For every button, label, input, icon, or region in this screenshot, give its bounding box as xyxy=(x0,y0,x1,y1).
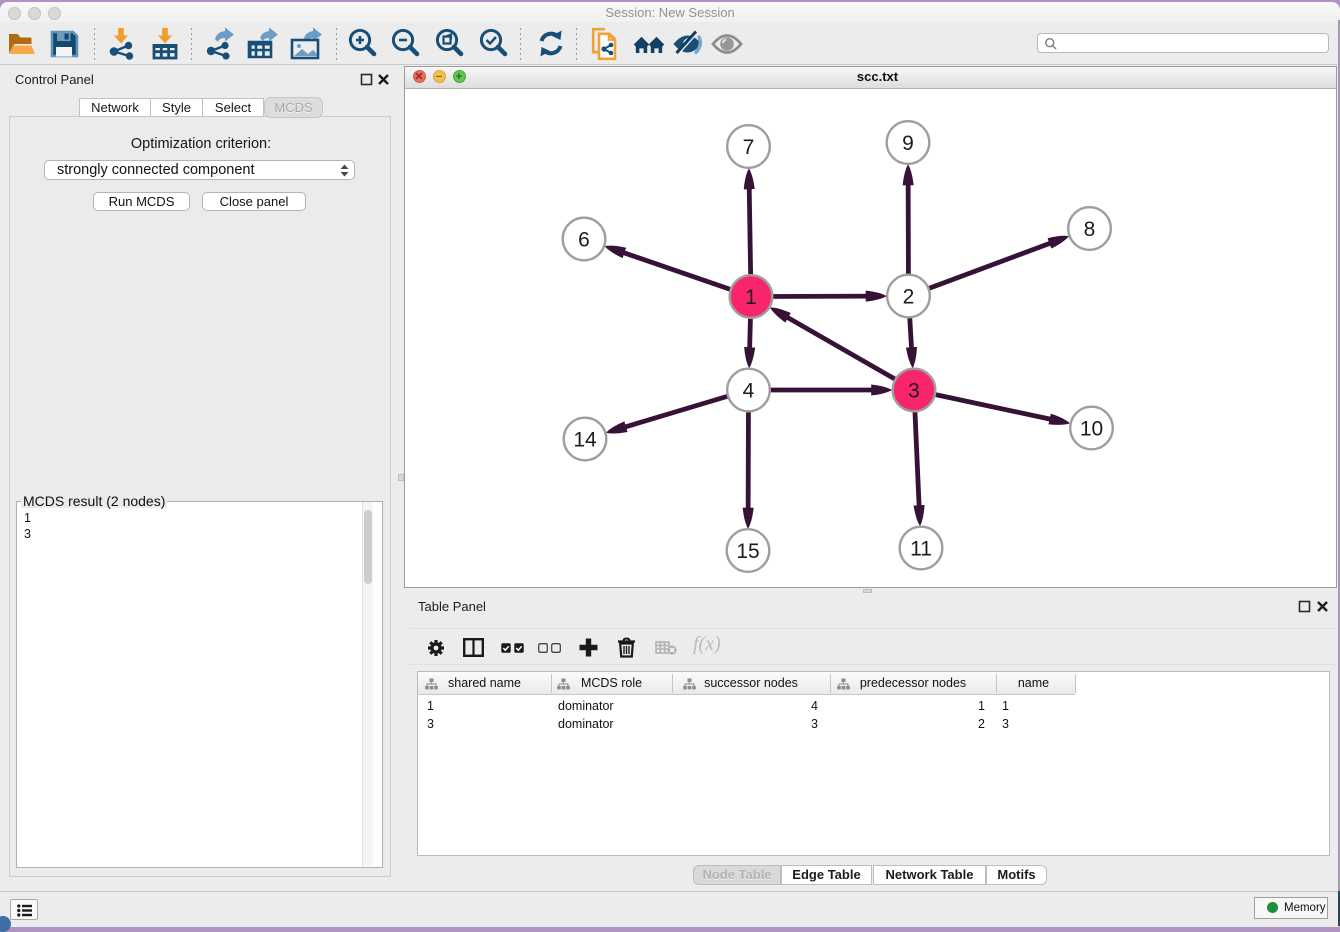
svg-text:1: 1 xyxy=(745,286,757,309)
svg-text:2: 2 xyxy=(903,286,915,309)
svg-text:3: 3 xyxy=(908,380,920,403)
svg-text:6: 6 xyxy=(578,229,590,252)
svg-text:14: 14 xyxy=(573,429,597,452)
svg-text:8: 8 xyxy=(1084,218,1096,241)
svg-text:4: 4 xyxy=(743,380,755,403)
svg-text:9: 9 xyxy=(902,132,914,155)
svg-text:11: 11 xyxy=(910,538,932,561)
svg-text:15: 15 xyxy=(736,540,759,563)
svg-text:7: 7 xyxy=(743,136,755,159)
svg-text:10: 10 xyxy=(1080,418,1103,441)
